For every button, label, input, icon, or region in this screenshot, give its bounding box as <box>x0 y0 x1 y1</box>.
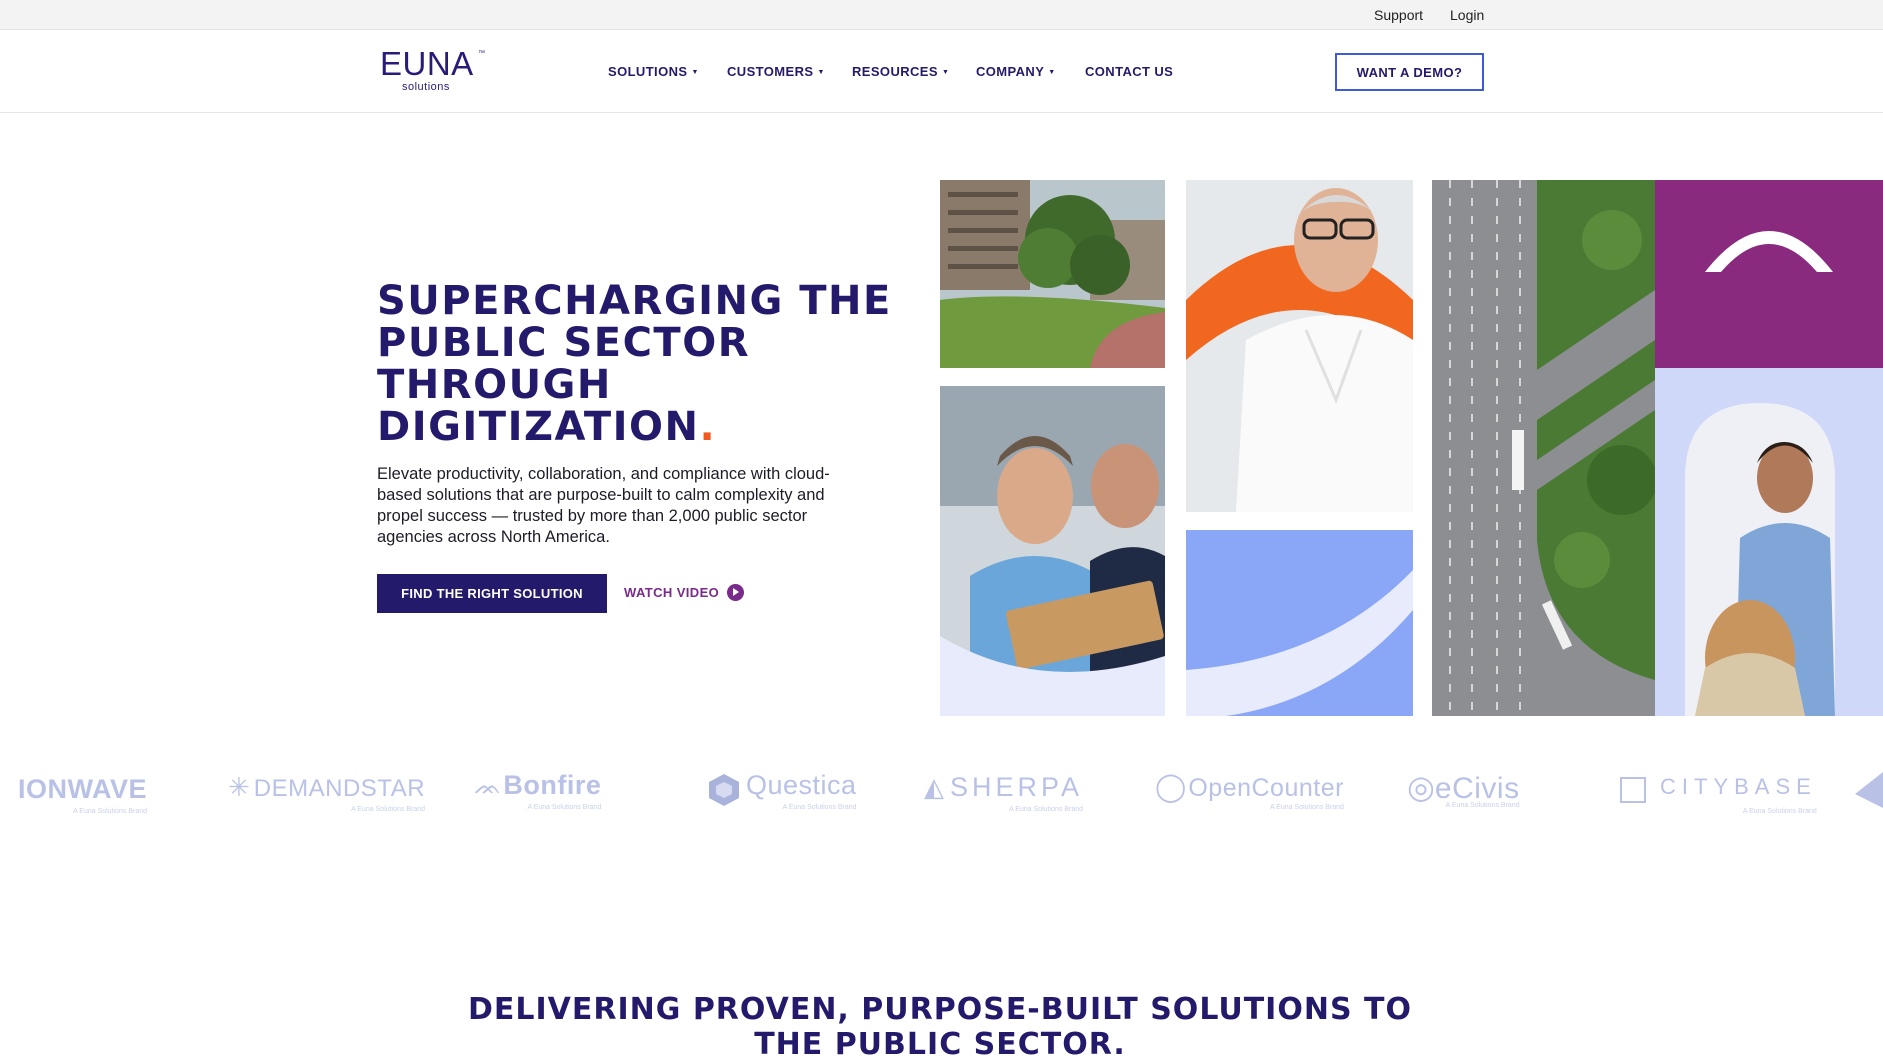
brand-name: SHERPA <box>950 772 1084 802</box>
nav-contact-us[interactable]: CONTACT US <box>1085 64 1173 79</box>
chevron-down-icon: ▼ <box>941 69 950 77</box>
sparkle-icon: ✳ <box>228 772 250 802</box>
brand-tag: A Euna Solutions Brand <box>1270 804 1344 811</box>
brand-tag: A Euna Solutions Brand <box>527 804 602 811</box>
brand-name: IONWAVE <box>18 774 148 804</box>
nav-customers-label: CUSTOMERS <box>727 64 814 79</box>
brand-ecivis[interactable]: ◎eCivis A Euna Solutions Brand <box>1407 768 1520 809</box>
nav-solutions-label: SOLUTIONS <box>608 64 688 79</box>
nav-company-label: COMPANY <box>976 64 1045 79</box>
nav-solutions[interactable]: SOLUTIONS ▼ <box>608 64 699 79</box>
mountain-icon: ◭ <box>924 772 944 802</box>
nav-customers[interactable]: CUSTOMERS ▼ <box>727 64 825 79</box>
brand-name: OpenCounter <box>1188 774 1344 802</box>
brand-name: CITYBASE <box>1660 774 1817 799</box>
woman-photo <box>1186 180 1413 512</box>
brand-tag: A Euna Solutions Brand <box>1445 802 1520 809</box>
site-header: EUNA ™ solutions SOLUTIONS ▼ CUSTOMERS ▼ R… <box>0 30 1883 113</box>
brand-name: DEMANDSTAR <box>253 775 426 802</box>
nav-contact-label: CONTACT US <box>1085 64 1174 79</box>
euna-logo[interactable]: EUNA ™ solutions <box>380 45 490 98</box>
purple-graphic <box>1655 180 1883 368</box>
hero-title-text: SUPERCHARGING THE PUBLIC SECTOR THROUGH … <box>377 278 892 450</box>
nurse-photo <box>1655 368 1883 716</box>
brand-tag: A Euna Solutions Brand <box>1742 808 1817 815</box>
brand-name: Bonfire <box>503 770 602 800</box>
brand-citybase[interactable]: CITYBASE A Euna Solutions Brand <box>1620 774 1817 815</box>
hero-description: Elevate productivity, collaboration, and… <box>377 465 830 546</box>
want-a-demo-button[interactable]: WANT A DEMO? <box>1335 53 1484 91</box>
blue-graphic <box>1186 530 1413 716</box>
chevron-down-icon: ▼ <box>1048 69 1056 77</box>
hero-title: SUPERCHARGING THE PUBLIC SECTOR THROUGH … <box>377 280 897 448</box>
nav-resources-label: RESOURCES <box>852 64 938 79</box>
logo-subtext: solutions <box>402 81 450 93</box>
brand-bonfire[interactable]: ᨏBonfire A Euna Solutions Brand <box>474 770 602 811</box>
chevron-down-icon: ▼ <box>691 69 699 77</box>
brand-tag: A Euna Solutions Brand <box>1009 806 1084 813</box>
play-icon <box>727 583 745 601</box>
brand-name: eCivis <box>1434 772 1520 805</box>
bracket-icon <box>1620 776 1646 803</box>
brand-tag: A Euna Solutions Brand <box>351 806 426 813</box>
colleagues-photo <box>940 386 1165 716</box>
flame-icon: ᨏ <box>474 774 502 799</box>
support-link[interactable]: Support <box>1374 7 1423 23</box>
brand-logos-row: IONWAVE A Euna Solutions Brand ✳ DEMANDSTA… <box>0 762 1883 822</box>
brand-demandstar[interactable]: ✳ DEMANDSTAR A Euna Solutions Brand <box>228 772 426 813</box>
section-title: DELIVERING PROVEN, PURPOSE-BUILT SOLUTIO… <box>468 992 1412 1062</box>
highway-aerial-photo <box>1432 180 1655 716</box>
campus-photo <box>940 180 1165 368</box>
brand-partial-icon <box>1855 772 1883 813</box>
circle-q-icon: ◯ <box>1155 771 1187 802</box>
target-icon: ◎ <box>1407 769 1435 805</box>
chevron-down-icon: ▼ <box>817 69 825 77</box>
nav-company[interactable]: COMPANY ▼ <box>976 64 1056 79</box>
logo-wordmark: EUNA <box>380 45 474 82</box>
brand-questica[interactable]: Questica A Euna Solutions Brand <box>706 770 857 811</box>
find-right-solution-button[interactable]: FIND THE RIGHT SOLUTION <box>377 574 607 613</box>
brand-opencounter[interactable]: ◯OpenCounter A Euna Solutions Brand <box>1155 770 1344 811</box>
login-link[interactable]: Login <box>1450 7 1484 23</box>
cube-icon <box>706 772 742 808</box>
logo-trademark: ™ <box>478 50 485 57</box>
watch-video-link[interactable]: WATCH VIDEO <box>624 580 745 604</box>
brand-sherpa[interactable]: ◭ SHERPA A Euna Solutions Brand <box>924 772 1084 813</box>
brand-ionwave[interactable]: IONWAVE A Euna Solutions Brand <box>18 774 148 815</box>
brand-tag: A Euna Solutions Brand <box>73 808 148 815</box>
nav-resources[interactable]: RESOURCES ▼ <box>852 64 949 79</box>
hero-title-dot: . <box>699 404 717 450</box>
brand-tag: A Euna Solutions Brand <box>782 804 857 811</box>
utility-bar: Support Login <box>0 0 1883 30</box>
watch-video-label: WATCH VIDEO <box>624 584 720 600</box>
brand-name: Questica <box>746 770 857 800</box>
